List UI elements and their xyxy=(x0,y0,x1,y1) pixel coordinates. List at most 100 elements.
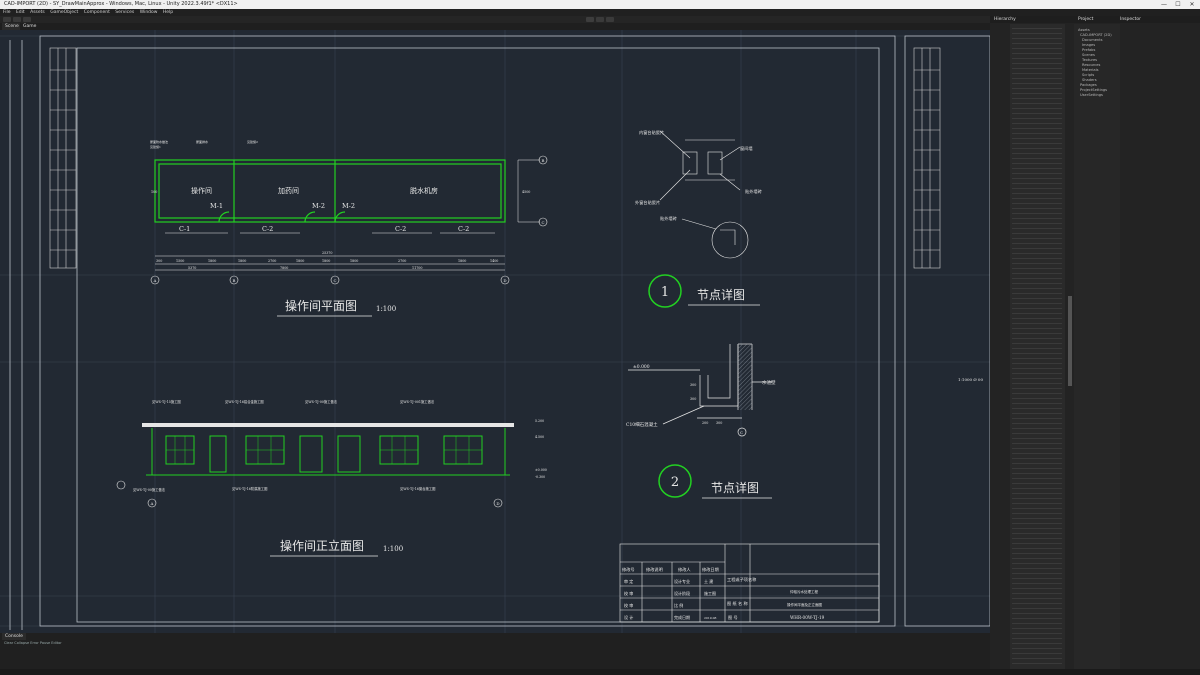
menu-component[interactable]: Component xyxy=(84,10,110,15)
elevation: 见WS-TJ-15施工图 见WS-TJ-16铝合金施工图 见WS-TJ-00施工… xyxy=(116,399,547,557)
room-label-1: 操作间 xyxy=(191,186,212,195)
tree-item[interactable]: Materials xyxy=(1082,68,1098,72)
dim-6: 1800 xyxy=(296,259,304,263)
row2-col1: 校 审 xyxy=(624,590,633,596)
menu-assets[interactable]: Assets xyxy=(30,10,45,15)
tab-console[interactable]: Console xyxy=(2,633,26,640)
tree-item[interactable]: Packages xyxy=(1080,83,1097,87)
level-4: -0.300 xyxy=(535,475,545,479)
d1-label-1: 内窗台贴瓷片 xyxy=(639,129,664,136)
row1-col1: 审 定 xyxy=(624,578,633,584)
rev-header-3: 修改人 xyxy=(678,566,691,573)
tab-inspector[interactable]: Inspector xyxy=(1120,16,1141,23)
plan-note-2: 见建施1 xyxy=(150,144,161,149)
tree-item[interactable]: Images xyxy=(1082,43,1095,47)
d2-label-2: 水池壁 xyxy=(762,379,776,386)
plan-window-labels: C-1 C-2 C-2 C-2 xyxy=(179,225,469,233)
tree-item[interactable]: Assets xyxy=(1078,28,1090,32)
detail-2-wall-hatch xyxy=(738,344,752,410)
menu-services[interactable]: Services xyxy=(115,10,134,15)
grid-lines xyxy=(0,30,990,633)
d2-dim-1: 200 xyxy=(702,421,708,425)
tree-item[interactable]: Shaders xyxy=(1082,78,1097,82)
d2-dim-2: 300 xyxy=(716,421,722,425)
level-1: 5.200 xyxy=(535,419,544,423)
console-toolbar[interactable]: Clear Collapse Error Pause Editor xyxy=(4,641,62,645)
maximize-button[interactable]: ☐ xyxy=(1172,0,1184,9)
dim-row2-2: 7800 xyxy=(280,266,288,270)
scrollbar[interactable] xyxy=(1068,296,1072,386)
tree-item[interactable]: ProjectSettings xyxy=(1080,88,1107,92)
project-label: 工程或子项名称 xyxy=(727,576,756,583)
d2-dim-4: 300 xyxy=(690,397,696,401)
right-panels: Hierarchy Project Inspector Assets CAD-I… xyxy=(990,16,1200,669)
plan-dims: 300 1500 1800 1800 2700 1800 1800 1800 2… xyxy=(151,190,530,270)
dim-10: 1800 xyxy=(458,259,466,263)
elev-note-top-3: 见WS-TJ-00施工做法 xyxy=(305,399,338,404)
cloud-icon[interactable] xyxy=(13,17,21,22)
menu-window[interactable]: Window xyxy=(140,10,158,15)
d2-dim-3: 300 xyxy=(690,383,696,387)
row3-col3: 比 例 xyxy=(674,602,683,608)
rev-header-1: 修改号 xyxy=(622,566,635,573)
play-button[interactable] xyxy=(586,17,594,22)
pause-button[interactable] xyxy=(596,17,604,22)
menu-bar: File Edit Assets GameObject Component Se… xyxy=(0,9,1200,16)
detail-2: ±0.000 水池壁 C10细石混凝土 C 200 300 300 300 2 … xyxy=(626,343,776,499)
step-button[interactable] xyxy=(606,17,614,22)
plan-notes: 屋面防水做法 见建施1 屋面排水 见建施2 xyxy=(150,139,258,149)
tab-project[interactable]: Project xyxy=(1078,16,1093,23)
tree-item[interactable]: Resources xyxy=(1082,63,1100,67)
detail-1-title: 节点详图 xyxy=(697,287,745,302)
row4-col3: 完成日期 xyxy=(674,614,690,620)
right-panel-tabs: Hierarchy Project Inspector xyxy=(990,16,1200,23)
left-strip-table xyxy=(49,47,77,269)
elevation-title: 操作间正立面图 xyxy=(280,538,364,553)
row3-col1: 校 审 xyxy=(624,602,633,608)
elev-axis-d: D xyxy=(496,501,499,506)
menu-gameobject[interactable]: GameObject xyxy=(50,10,78,15)
scene-viewport[interactable]: 操作间 加药间 脱水机房 M-1 M-2 M-2 C-1 C-2 C-2 C-2… xyxy=(0,30,990,633)
minimize-button[interactable]: — xyxy=(1158,0,1170,9)
detail-1-linework xyxy=(659,130,749,259)
dim-8: 1800 xyxy=(350,259,358,263)
window-title: CAD-IMPORT (2D) - SY_DrawMainApprox - Wi… xyxy=(4,1,238,7)
tab-game[interactable]: Game xyxy=(20,23,40,30)
account-button[interactable] xyxy=(3,17,11,22)
plan-note-3: 屋面排水 xyxy=(196,139,208,144)
tree-item[interactable]: Prefabs xyxy=(1082,48,1095,52)
menu-file[interactable]: File xyxy=(3,10,11,15)
menu-help[interactable]: Help xyxy=(163,10,173,15)
close-button[interactable]: ✕ xyxy=(1186,0,1198,9)
row1-col3: 设计专业 xyxy=(674,578,690,584)
right-strip-table xyxy=(913,47,941,269)
tree-item[interactable]: Textures xyxy=(1082,58,1097,62)
tree-item[interactable]: Scenes xyxy=(1082,53,1095,57)
dim-11: 1400 xyxy=(490,259,498,263)
row1-col4: 土 建 xyxy=(704,578,713,584)
detail-2-labels: ±0.000 水池壁 C10细石混凝土 C xyxy=(626,364,776,435)
d2-label-4: C xyxy=(740,430,743,435)
hierarchy-list[interactable] xyxy=(1010,24,1065,669)
tab-scene[interactable]: Scene xyxy=(2,23,22,30)
project-tree[interactable]: Assets CAD-IMPORT (2D) Documents Images … xyxy=(1074,24,1120,669)
elevation-levels: 5.200 4.500 ±0.000 -0.300 xyxy=(535,419,547,479)
row2-col3: 设计阶段 xyxy=(674,590,690,596)
title-block-rev-headers: 修改号 修改说明 修改人 修改日期 xyxy=(622,566,719,573)
tree-item[interactable]: UserSettings xyxy=(1080,93,1103,97)
number-label: 图 号 xyxy=(728,615,738,621)
dim-2: 1500 xyxy=(176,259,184,263)
d1-label-2: 窗间墙 xyxy=(740,145,753,152)
elev-note-bot-3: 见WS-TJ-16窗台施工图 xyxy=(400,486,436,491)
plan-room-labels: 操作间 加药间 脱水机房 xyxy=(191,186,438,195)
tab-hierarchy[interactable]: Hierarchy xyxy=(994,16,1016,23)
tree-item[interactable]: Scripts xyxy=(1082,73,1094,77)
menu-edit[interactable]: Edit xyxy=(16,10,25,15)
tree-item[interactable]: Documents xyxy=(1082,38,1103,42)
window-label-3: C-2 xyxy=(395,225,406,233)
collab-button[interactable] xyxy=(23,17,31,22)
dim-7: 1800 xyxy=(322,259,330,263)
tree-item[interactable]: CAD-IMPORT (2D) xyxy=(1080,33,1112,37)
hierarchy-rows xyxy=(1012,26,1062,666)
room-label-2: 加药间 xyxy=(278,186,299,195)
